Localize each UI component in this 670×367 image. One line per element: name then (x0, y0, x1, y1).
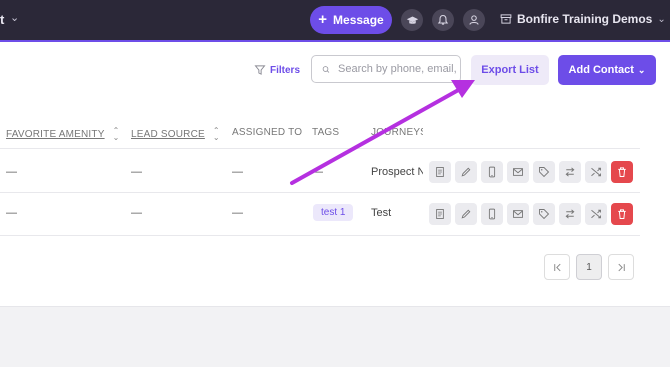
switch-icon[interactable] (559, 161, 581, 183)
journey-name: Test (371, 207, 392, 219)
switch-icon[interactable] (559, 203, 581, 225)
column-header-assigned-to: ASSIGNED TO (232, 127, 303, 138)
graduation-cap-icon[interactable] (401, 9, 423, 31)
add-contact-label: Add Contact (568, 64, 634, 76)
chevron-down-icon: ⌄ (637, 64, 646, 75)
first-page-button[interactable] (544, 254, 570, 280)
workspace-name-fragment[interactable]: t (0, 12, 4, 27)
column-header-journeys: JOURNEYS (371, 127, 423, 138)
first-page-icon (553, 263, 561, 271)
organization-switcher[interactable]: Bonfire Training Demos ⌄ (500, 12, 666, 26)
row-divider (0, 192, 640, 193)
add-contact-button[interactable]: Add Contact ⌄ (558, 55, 656, 85)
mail-icon[interactable] (507, 161, 529, 183)
column-header-tags: TAGS (312, 127, 340, 138)
phone-icon[interactable] (481, 161, 503, 183)
search-field[interactable] (311, 55, 461, 83)
row-actions (429, 161, 633, 183)
filters-button[interactable]: Filters (254, 64, 300, 76)
top-bar: t ⌄ + Message Bonfire Training Demos ⌄ (0, 0, 670, 42)
message-button-label: Message (333, 13, 384, 27)
search-icon (322, 65, 330, 73)
user-icon[interactable] (463, 9, 485, 31)
message-button[interactable]: + Message (310, 6, 392, 34)
tag-icon[interactable] (533, 203, 555, 225)
contacts-panel: Filters Export List Add Contact ⌄ FAVORI… (0, 42, 670, 307)
trash-icon[interactable] (611, 161, 633, 183)
journey-name: Prospect N (371, 166, 423, 178)
last-page-button[interactable] (608, 254, 634, 280)
pencil-icon[interactable] (455, 203, 477, 225)
chevron-down-icon[interactable]: ⌄ (10, 11, 19, 24)
row-actions (429, 203, 633, 225)
archive-box-icon (500, 14, 512, 24)
tag-icon[interactable] (533, 161, 555, 183)
tag-badge[interactable]: test 1 (313, 204, 354, 221)
column-header-favorite-amenity[interactable]: FAVORITE AMENITY ⌃ ⌄ (6, 126, 120, 142)
filter-icon (254, 65, 266, 75)
row-divider (0, 235, 640, 236)
search-input[interactable] (336, 62, 460, 76)
shuffle-icon[interactable] (585, 203, 607, 225)
trash-icon[interactable] (611, 203, 633, 225)
column-header-lead-source[interactable]: LEAD SOURCE ⌃ ⌄ (131, 126, 220, 142)
pencil-icon[interactable] (455, 161, 477, 183)
sort-icon: ⌃ ⌄ (112, 126, 120, 142)
organization-name: Bonfire Training Demos (517, 12, 653, 26)
document-icon[interactable] (429, 203, 451, 225)
filters-label: Filters (270, 64, 301, 76)
document-icon[interactable] (429, 161, 451, 183)
shuffle-icon[interactable] (585, 161, 607, 183)
last-page-icon (617, 263, 625, 271)
plus-icon: + (318, 11, 328, 28)
row-divider (0, 148, 640, 149)
page-button-current[interactable]: 1 (576, 254, 602, 280)
chevron-down-icon: ⌄ (657, 13, 666, 25)
bell-icon[interactable] (432, 9, 454, 31)
export-list-button[interactable]: Export List (471, 55, 549, 85)
sort-icon: ⌃ ⌄ (212, 126, 220, 142)
mail-icon[interactable] (507, 203, 529, 225)
phone-icon[interactable] (481, 203, 503, 225)
